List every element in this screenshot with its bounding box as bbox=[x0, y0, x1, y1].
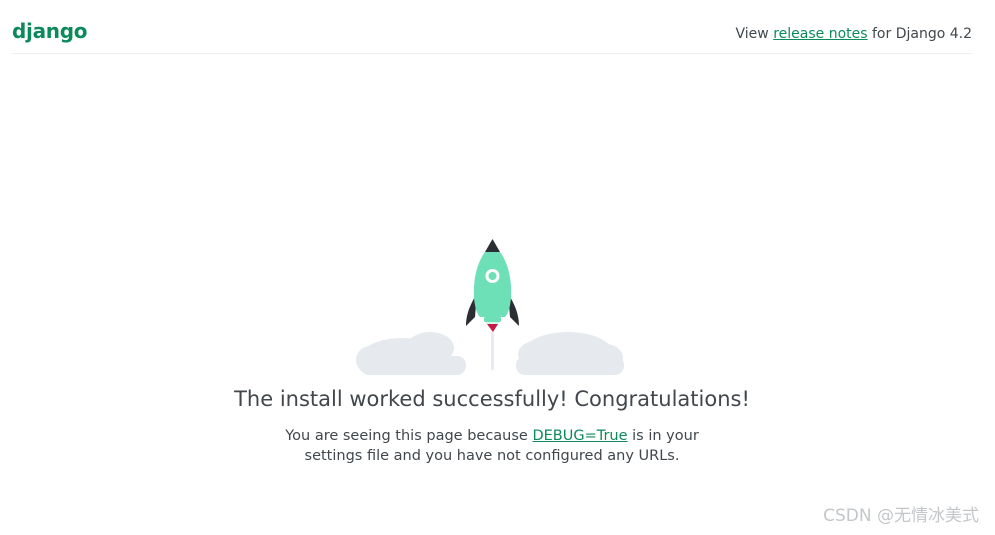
rocket-body bbox=[473, 252, 512, 317]
rocket-hero bbox=[0, 238, 984, 378]
top-bar: django View release notes for Django 4.2 bbox=[12, 0, 972, 54]
explanation-line-1: You are seeing this page because DEBUG=T… bbox=[0, 426, 984, 446]
django-welcome-page: django View release notes for Django 4.2 bbox=[0, 0, 995, 535]
cloud-icon bbox=[356, 332, 624, 375]
release-notes-text: View release notes for Django 4.2 bbox=[736, 25, 972, 43]
rocket-launch-icon bbox=[356, 239, 624, 375]
django-logo[interactable]: django bbox=[12, 19, 87, 43]
rocket-nose bbox=[485, 239, 500, 252]
flame-icon bbox=[487, 324, 498, 332]
debug-explanation: You are seeing this page because DEBUG=T… bbox=[0, 426, 984, 466]
release-prefix: View bbox=[735, 26, 774, 42]
exhaust-trail bbox=[491, 332, 494, 370]
release-suffix: for Django 4.2 bbox=[867, 26, 972, 42]
explanation-suffix: is in your bbox=[627, 428, 699, 444]
explanation-line-2: settings file and you have not configure… bbox=[304, 448, 680, 464]
success-headline: The install worked successfully! Congrat… bbox=[234, 387, 750, 411]
debug-true-link[interactable]: DEBUG=True bbox=[532, 428, 627, 444]
csdn-watermark: CSDN @无情冰美式 bbox=[823, 506, 979, 526]
rocket-nozzle bbox=[484, 317, 501, 322]
explanation-prefix: You are seeing this page because bbox=[285, 428, 533, 444]
release-notes-link[interactable]: release notes bbox=[773, 26, 867, 42]
